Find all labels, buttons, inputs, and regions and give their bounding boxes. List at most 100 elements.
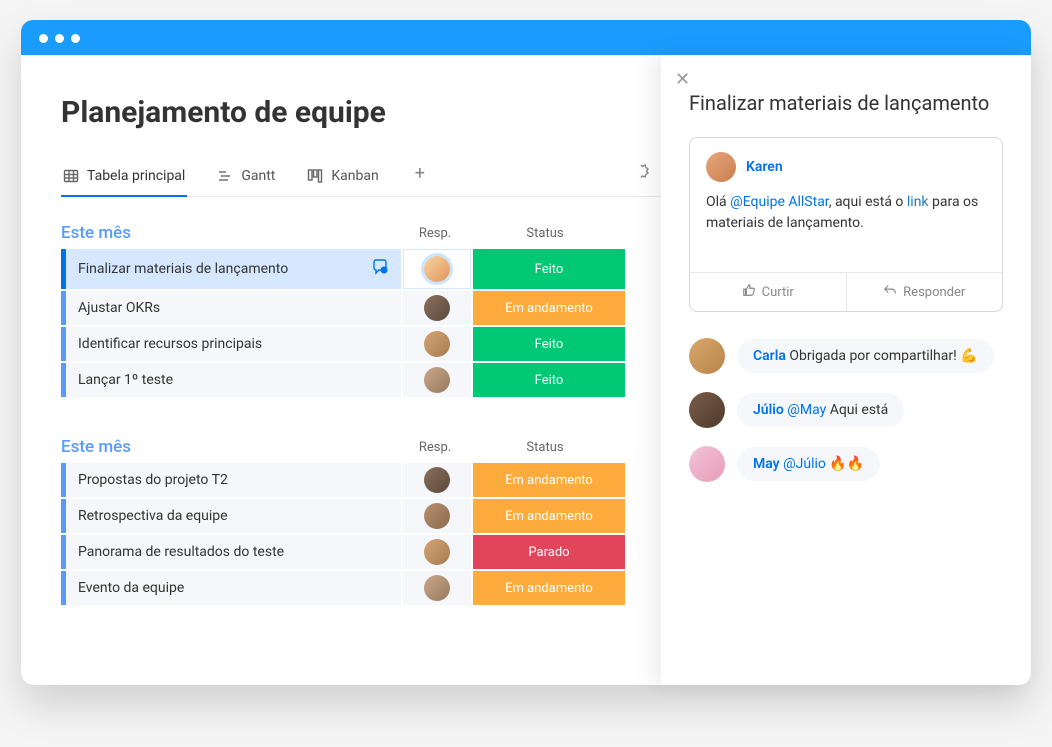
reply-bubble[interactable]: Carla Obrigada por compartilhar! 💪 [737, 339, 994, 373]
comment-body: Olá @Equipe AllStar, aqui está o link pa… [690, 188, 1002, 272]
resp-cell[interactable] [403, 571, 471, 605]
column-header-status[interactable]: Status [469, 440, 621, 455]
reply-author[interactable]: Carla [753, 348, 786, 364]
group-header: Este mês Resp. Status [61, 437, 661, 457]
status-cell[interactable]: Feito [473, 327, 625, 361]
chat-bubble-icon[interactable] [371, 258, 389, 280]
comment-author[interactable]: Karen [746, 159, 783, 175]
reply-icon [883, 283, 897, 301]
mention[interactable]: @Equipe AllStar [730, 194, 829, 210]
tab-kanban[interactable]: Kanban [305, 160, 380, 196]
status-cell[interactable]: Em andamento [473, 499, 625, 533]
task-cell[interactable]: Retrospectiva da equipe [61, 499, 401, 533]
avatar[interactable] [424, 331, 450, 357]
table-row[interactable]: Retrospectiva da equipe Em andamento [61, 499, 661, 533]
reply-bubble[interactable]: May @Júlio 🔥🔥 [737, 447, 880, 481]
reply-text: Aqui está [826, 402, 888, 418]
task-cell[interactable]: Evento da equipe [61, 571, 401, 605]
group-title[interactable]: Este mês [61, 223, 401, 243]
window-dot[interactable] [71, 34, 80, 43]
avatar[interactable] [689, 392, 725, 428]
resp-cell[interactable] [403, 363, 471, 397]
task-group: Este mês Resp. Status Propostas do proje… [61, 437, 661, 605]
app-frame: Planejamento de equipe Tabela principal … [21, 20, 1031, 685]
reply-button[interactable]: Responder [847, 273, 1003, 311]
column-header-resp[interactable]: Resp. [401, 226, 469, 241]
comment-box: Karen Olá @Equipe AllStar, aqui está o l… [689, 137, 1003, 312]
view-tabs: Tabela principal Gantt Kanban + [61, 160, 661, 197]
table-row[interactable]: Propostas do projeto T2 Em andamento [61, 463, 661, 497]
resp-cell[interactable] [403, 463, 471, 497]
status-cell[interactable]: Em andamento [473, 571, 625, 605]
reply-item: Carla Obrigada por compartilhar! 💪 [689, 338, 1003, 374]
status-cell[interactable]: Em andamento [473, 463, 625, 497]
link[interactable]: link [907, 194, 929, 210]
table-row[interactable]: Finalizar materiais de lançamento Feito [61, 249, 661, 289]
reply-author[interactable]: May [753, 456, 780, 472]
avatar[interactable] [424, 256, 450, 282]
tab-label: Kanban [331, 168, 378, 184]
table-row[interactable]: Lançar 1º teste Feito [61, 363, 661, 397]
window-dot[interactable] [39, 34, 48, 43]
task-cell[interactable]: Lançar 1º teste [61, 363, 401, 397]
side-panel-title: Finalizar materiais de lançamento [689, 91, 1003, 115]
mention[interactable]: @Júlio [783, 456, 826, 472]
page-title: Planejamento de equipe [61, 95, 661, 130]
table-icon [63, 168, 79, 184]
column-header-resp[interactable]: Resp. [401, 440, 469, 455]
tab-tabela-principal[interactable]: Tabela principal [61, 160, 187, 196]
avatar[interactable] [424, 503, 450, 529]
status-cell[interactable]: Feito [473, 363, 625, 397]
status-cell[interactable]: Em andamento [473, 291, 625, 325]
reply-text: Obrigada por compartilhar! 💪 [786, 348, 978, 364]
task-name: Identificar recursos principais [78, 336, 262, 352]
thumbs-up-icon [742, 283, 756, 301]
add-view-button[interactable]: + [409, 163, 431, 194]
task-cell[interactable]: Panorama de resultados do teste [61, 535, 401, 569]
task-name: Panorama de resultados do teste [78, 544, 284, 560]
mention[interactable]: @May [787, 402, 826, 418]
avatar[interactable] [424, 295, 450, 321]
avatar[interactable] [424, 467, 450, 493]
resp-cell[interactable] [403, 327, 471, 361]
gantt-icon [217, 168, 233, 184]
app-window: Planejamento de equipe Tabela principal … [21, 55, 1031, 685]
tab-gantt[interactable]: Gantt [215, 160, 277, 196]
task-cell[interactable]: Finalizar materiais de lançamento [61, 249, 401, 289]
task-group: Este mês Resp. Status Finalizar materiai… [61, 223, 661, 397]
task-name: Finalizar materiais de lançamento [78, 261, 288, 277]
table-row[interactable]: Panorama de resultados do teste Parado [61, 535, 661, 569]
task-cell[interactable]: Ajustar OKRs [61, 291, 401, 325]
column-header-status[interactable]: Status [469, 226, 621, 241]
reply-bubble[interactable]: Júlio @May Aqui está [737, 393, 904, 427]
resp-cell[interactable] [403, 291, 471, 325]
window-dot[interactable] [55, 34, 64, 43]
view-settings-icon[interactable] [633, 163, 661, 193]
table-row[interactable]: Evento da equipe Em andamento [61, 571, 661, 605]
reply-author[interactable]: Júlio [753, 402, 784, 418]
task-name: Evento da equipe [78, 580, 184, 596]
avatar[interactable] [424, 575, 450, 601]
task-cell[interactable]: Identificar recursos principais [61, 327, 401, 361]
reply-item: May @Júlio 🔥🔥 [689, 446, 1003, 482]
avatar[interactable] [689, 446, 725, 482]
like-button[interactable]: Curtir [690, 273, 847, 311]
table-row[interactable]: Ajustar OKRs Em andamento [61, 291, 661, 325]
avatar[interactable] [689, 338, 725, 374]
group-title[interactable]: Este mês [61, 437, 401, 457]
resp-cell[interactable] [403, 499, 471, 533]
tab-label: Gantt [241, 168, 275, 184]
resp-cell[interactable] [403, 535, 471, 569]
avatar[interactable] [424, 539, 450, 565]
comment-actions: Curtir Responder [690, 272, 1002, 311]
close-icon[interactable]: ✕ [675, 69, 690, 90]
avatar[interactable] [424, 367, 450, 393]
resp-cell[interactable] [403, 249, 471, 289]
status-cell[interactable]: Feito [473, 249, 625, 289]
table-row[interactable]: Identificar recursos principais Feito [61, 327, 661, 361]
status-cell[interactable]: Parado [473, 535, 625, 569]
task-cell[interactable]: Propostas do projeto T2 [61, 463, 401, 497]
task-name: Propostas do projeto T2 [78, 472, 228, 488]
reply-item: Júlio @May Aqui está [689, 392, 1003, 428]
side-panel: ✕ Finalizar materiais de lançamento Kare… [661, 55, 1031, 685]
